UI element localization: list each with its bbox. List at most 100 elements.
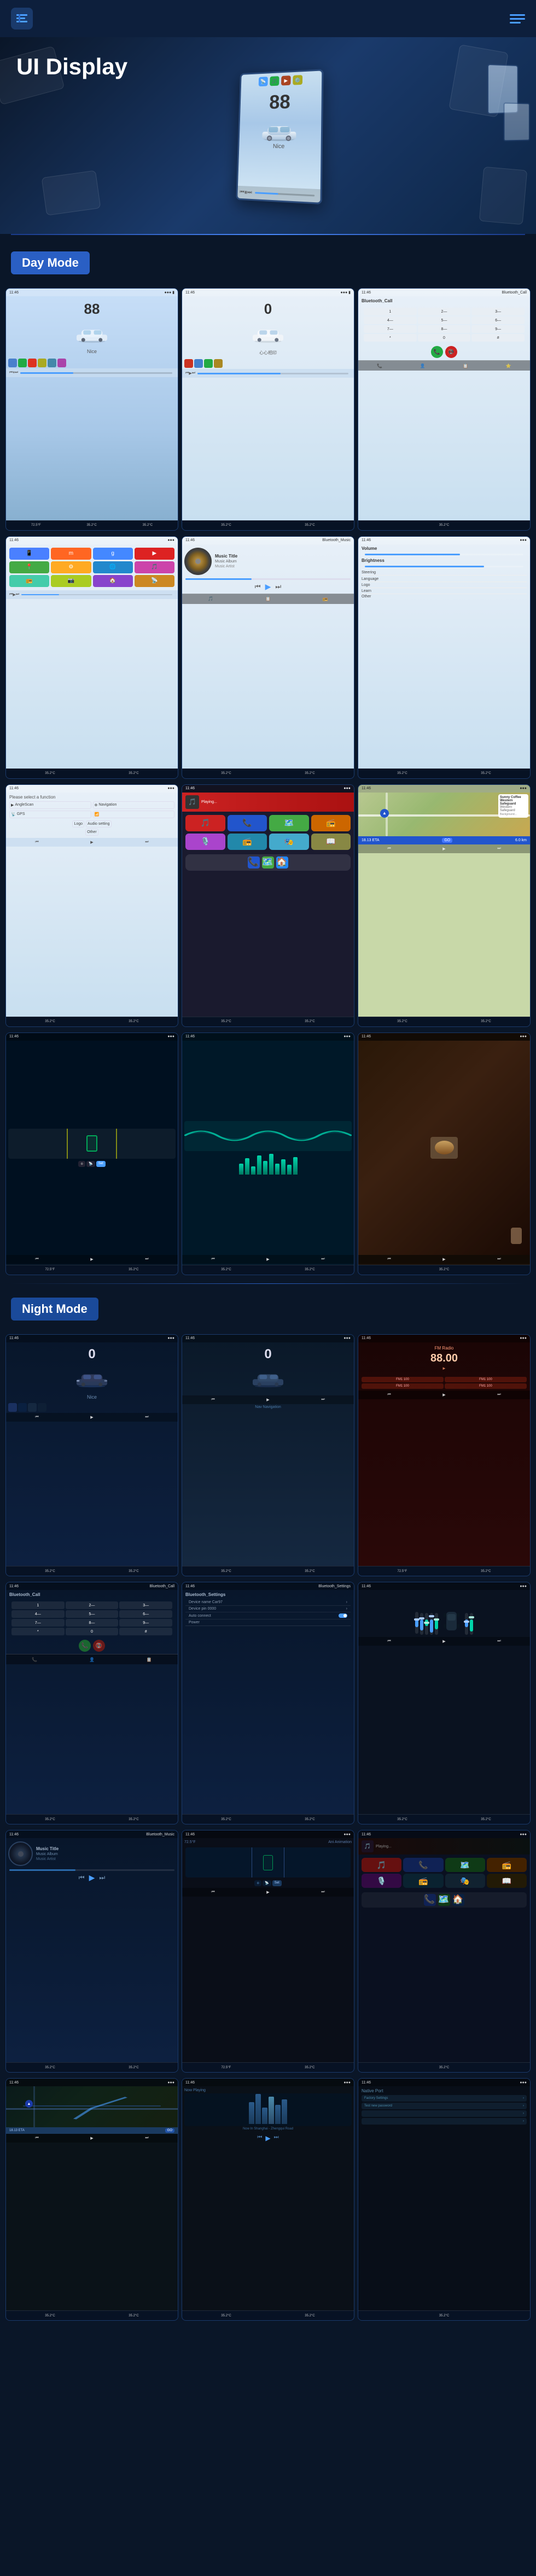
night-screen-8: 11:46●●● 72.5°F Ani Animation ⊕ 📡 Set xyxy=(182,1830,354,2073)
night-screen-3: 11:46●●● FM Radio 88.00 ► FM1 100 FM1 10… xyxy=(358,1334,531,1577)
night-status-1: 11:46●●● xyxy=(6,1335,178,1342)
day-screen-4-display: 11:46●●● 📱 m g ▶ 📍 ⚙ 🌐 🎵 📻 📷 🏠 📡 xyxy=(6,537,178,768)
day-screen-2-display: 11:46●●● ▮ 0 心心相印 xyxy=(182,289,354,520)
settings-steering: Steering xyxy=(362,570,527,576)
status-bar-8: 11:46●●● xyxy=(182,785,354,793)
night-8-controls: ⊕ 📡 Set xyxy=(182,1879,354,1888)
night-10-temp: 35.2°C35.2°C xyxy=(6,2310,178,2320)
day-screen-2: 11:46●●● ▮ 0 心心相印 xyxy=(182,288,354,531)
hamburger-menu[interactable] xyxy=(510,14,525,24)
night-status-12: 11:46●●● xyxy=(358,2079,530,2086)
day-screen-9: 11:46●●● Sunny Coffee Western Safeguard … xyxy=(358,784,531,1027)
eq-bars xyxy=(184,1153,352,1175)
hero-device-screen: 📡 🎵 ▶ ⚙️ 88 xyxy=(236,69,323,204)
status-bar-1: 11:46 ●●● ▮ xyxy=(6,289,178,296)
hero-car xyxy=(239,115,321,146)
night-status-11: 11:46●●● xyxy=(182,2079,354,2086)
go-button[interactable]: GO xyxy=(442,838,452,843)
night-end-btn[interactable]: 📵 xyxy=(93,1640,105,1652)
footer-spacer xyxy=(0,2326,536,2343)
radio-btn-2[interactable]: FM1 100 xyxy=(445,1377,527,1382)
night-5-device-name: Device name Car97 › xyxy=(185,1599,351,1606)
day-1-label: Nice xyxy=(8,349,176,354)
night-12-item-1[interactable]: Factory Settings› xyxy=(362,2095,527,2102)
music-album: Music Album xyxy=(215,560,237,564)
night-5-auto-connect[interactable]: Auto connect xyxy=(185,1612,351,1619)
audio-settings[interactable]: Audio setting xyxy=(86,820,111,828)
night-6-temp: 35.2°C35.2°C xyxy=(358,1814,530,1824)
day-11-playback: ⏮▶⏭ xyxy=(182,1255,354,1264)
night-screen-10-display: 11:46●●● ▲ 18.13 ETA GO ⏮▶⏭ xyxy=(6,2079,178,2310)
day-screen-11: 11:46●●● xyxy=(182,1032,354,1275)
day-screen-10: 11:46●●● ⊕ 📡 Set ⏮▶⏭ xyxy=(5,1032,178,1275)
night-status-7: 11:46Bluetooth_Music xyxy=(6,1830,178,1838)
music-title: Music Title xyxy=(215,554,237,559)
map-area: Sunny Coffee Western Safeguard Western S… xyxy=(358,793,530,836)
radio-btn-1[interactable]: FM1 100 xyxy=(362,1377,444,1382)
day-12-playback: ⏮▶⏭ xyxy=(358,1255,530,1264)
day-10-playback: ⏮▶⏭ xyxy=(6,1255,178,1264)
night-3-playback: ⏮▶⏭ xyxy=(358,1390,530,1399)
day-row-1: 11:46 ●●● ▮ 88 Nice xyxy=(0,288,536,536)
music-controls: ⏮ ▶ ⏭ xyxy=(182,580,354,594)
night-4-temp: 35.2°C35.2°C xyxy=(6,1814,178,1824)
hero-title: UI Display xyxy=(16,54,127,80)
night-12-item-2[interactable]: Test new password› xyxy=(362,2103,527,2109)
day-3-tabs: 📞 👤 📋 ⭐ xyxy=(358,360,530,371)
night-screen-1: 11:46●●● 0 xyxy=(5,1334,178,1577)
status-bar-4: 11:46●●● xyxy=(6,537,178,544)
menu-icon[interactable] xyxy=(11,8,33,30)
night-2-number: 0 xyxy=(184,1347,352,1362)
album-art xyxy=(184,548,212,575)
hero-device-label: Nice xyxy=(239,143,321,150)
night-11-sub: Now In Shanghai - Zhengqui Road xyxy=(184,2127,352,2131)
night-4-tabs: 📞 👤 📋 xyxy=(6,1654,178,1664)
night-screen-12: 11:46●●● Native Port Factory Settings› T… xyxy=(358,2078,531,2321)
night-go-button[interactable]: GO xyxy=(165,2128,174,2133)
night-status-8: 11:46●●● xyxy=(182,1830,354,1838)
tea-visual xyxy=(430,1137,458,1159)
night-1-car xyxy=(8,1363,176,1393)
menu-line-1 xyxy=(510,14,525,16)
volume-slider[interactable] xyxy=(362,552,527,557)
wave-viz xyxy=(184,1121,352,1151)
music-artist: Music Artist xyxy=(215,565,237,568)
day-4-temp: 35.2°C35.2°C xyxy=(6,768,178,778)
call-button[interactable]: 📞 xyxy=(431,346,443,358)
status-bar-11: 11:46●●● xyxy=(182,1033,354,1041)
night-11-temp: 35.2°C35.2°C xyxy=(182,2310,354,2320)
day-screen-1: 11:46 ●●● ▮ 88 Nice xyxy=(5,288,178,531)
night-12-item-4[interactable]: › xyxy=(362,2118,527,2125)
end-call-button[interactable]: 📵 xyxy=(445,346,457,358)
day-3-keypad: 1 2— 3— 4— 5— 6— 7— 8— 9— * 0 # xyxy=(362,306,527,344)
other-settings[interactable]: Other xyxy=(85,829,98,836)
day-screen-12: 11:46●●● ⏮▶⏭ 35.2°C xyxy=(358,1032,531,1275)
night-status-9: 11:46●●● xyxy=(358,1830,530,1838)
day-2-playback: ⏮▶⏭ xyxy=(182,369,354,378)
brightness-slider[interactable] xyxy=(362,564,527,569)
night-12-item-3[interactable]: › xyxy=(362,2110,527,2117)
day-screen-10-display: 11:46●●● ⊕ 📡 Set ⏮▶⏭ xyxy=(6,1033,178,1265)
day-1-playback: ⏮⏸⏭ xyxy=(6,368,178,377)
day-9-temp: 35.2°C35.2°C xyxy=(358,1017,530,1026)
night-2-temp: 35.2°C35.2°C xyxy=(182,1566,354,1576)
night-call-btn[interactable]: 📞 xyxy=(79,1640,91,1652)
night-row-2: 11:46Bluetooth_Call Bluetooth_Call 1 2— … xyxy=(0,1582,536,1830)
night-11-label: Now Playing xyxy=(184,2088,352,2092)
night-album-art xyxy=(8,1841,33,1866)
hero-divider xyxy=(11,234,525,235)
day-2-subtitle: 心心相印 xyxy=(184,350,352,356)
night-screen-11: 11:46●●● Now Playing Now In Shanghai - Z… xyxy=(182,2078,354,2321)
night-music-album: Music Album xyxy=(36,1852,59,1856)
radio-btn-4[interactable]: FM1 100 xyxy=(445,1383,527,1389)
night-screen-5: 11:46Bluetooth_Settings Bluetooth_Settin… xyxy=(182,1582,354,1824)
day-4-playback: ⏮▶⏭ xyxy=(6,590,178,599)
logo-settings[interactable]: Logo xyxy=(72,820,84,828)
night-row-4: 11:46●●● ▲ 18.13 ETA GO ⏮▶⏭ xyxy=(0,2078,536,2326)
auto-connect-toggle[interactable] xyxy=(339,1613,347,1618)
night-screen-9-display: 11:46●●● 🎵 Playing... 🎵 📞 🗺️ 📻 🎙️ 📻 🎭 📖 … xyxy=(358,1830,530,2062)
night-screen-1-display: 11:46●●● 0 xyxy=(6,1335,178,1566)
night-6-playback: ⏮▶⏭ xyxy=(358,1637,530,1646)
night-8-road xyxy=(185,1847,351,1877)
radio-btn-3[interactable]: FM1 100 xyxy=(362,1383,444,1389)
